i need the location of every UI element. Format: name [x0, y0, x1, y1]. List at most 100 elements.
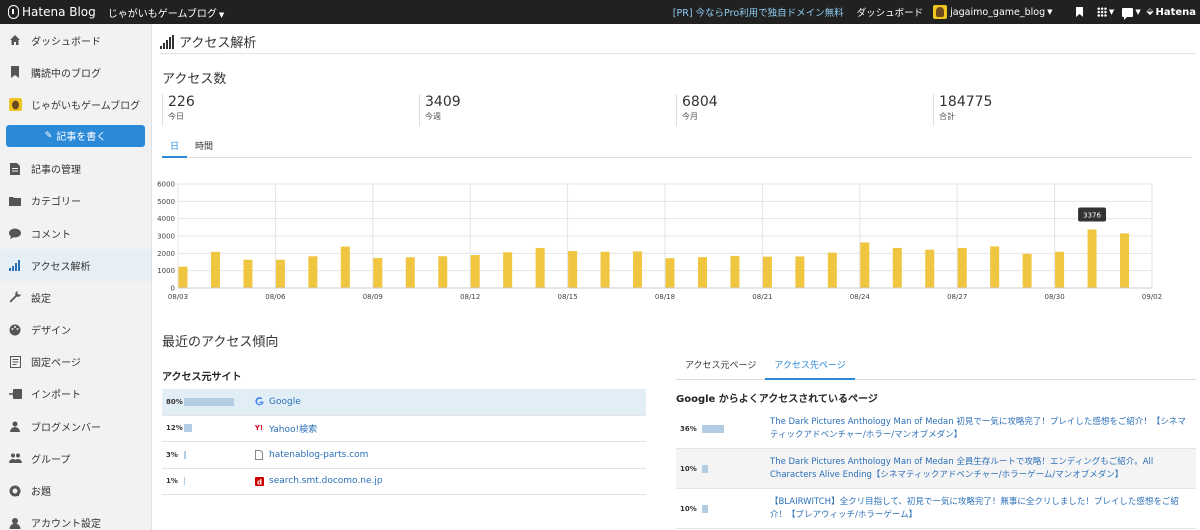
sidebar-item-blog[interactable]: じゃがいもゲームブログ: [0, 88, 151, 120]
members-icon: [8, 419, 22, 433]
chart-bar: [405, 257, 415, 288]
sidebar: ダッシュボード 購読中のブログ じゃがいもゲームブログ ✎ 記事を書く 記事の管理…: [0, 24, 152, 530]
chart-bar: [925, 249, 935, 288]
x-tick-label: 08/09: [363, 293, 383, 301]
page-tabs: アクセス元ページ アクセス先ページ: [676, 358, 1196, 380]
x-tick-label: 08/06: [265, 293, 286, 301]
sidebar-item-members[interactable]: ブログメンバー: [0, 410, 151, 442]
chart-bar: [633, 251, 643, 288]
blog-selector[interactable]: じゃがいもゲームブログ ▼: [108, 5, 225, 20]
caret-down-icon: ▼: [1047, 8, 1053, 16]
destination-link[interactable]: 【BLAIRWITCH】全クリ目指して、初見で一気に攻略完了！無事に全クリしまし…: [770, 496, 1190, 522]
import-icon: [8, 387, 22, 401]
sidebar-item-subscriptions[interactable]: 購読中のブログ: [0, 56, 151, 88]
destination-bar: [702, 464, 708, 473]
grid-icon: [1096, 7, 1107, 17]
source-bar: [184, 397, 234, 406]
page-icon: [254, 449, 264, 460]
bookmark-icon: [8, 65, 22, 79]
chart-bar: [503, 252, 513, 288]
document-icon: [8, 162, 22, 176]
chart-bar: [1120, 233, 1130, 288]
google-icon: [254, 397, 264, 407]
source-bar: [184, 424, 192, 433]
source-row[interactable]: 1% d search.smt.docomo.ne.jp: [162, 469, 646, 495]
chart-bar: [860, 242, 870, 288]
chart-bar: [1055, 251, 1065, 288]
destination-link[interactable]: The Dark Pictures Anthology Man of Medan…: [770, 456, 1190, 482]
hatena-logo-icon: [8, 5, 19, 19]
stat-month: 6804 今月: [676, 94, 933, 126]
chart-bar: [730, 255, 740, 288]
period-tabs: 日 時間: [162, 140, 1192, 158]
page-title: アクセス解析: [160, 32, 256, 51]
destination-row[interactable]: 36% The Dark Pictures Anthology Man of M…: [676, 409, 1196, 449]
destination-row[interactable]: 10% The Dark Pictures Anthology Man of M…: [676, 449, 1196, 489]
svg-text:d: d: [257, 478, 262, 486]
stat-week: 3409 今週: [419, 94, 676, 126]
chart-bar: [275, 259, 285, 288]
home-icon: [8, 33, 22, 47]
chart-bar: [600, 251, 610, 288]
source-row[interactable]: 12% Y! Yahoo!検索: [162, 416, 646, 442]
bookmark-button[interactable]: [1069, 0, 1091, 24]
sidebar-item-categories[interactable]: カテゴリー: [0, 185, 151, 217]
signal-icon: [160, 34, 175, 49]
source-sites-title: アクセス元サイト: [162, 372, 242, 383]
tab-destination-pages[interactable]: アクセス先ページ: [765, 358, 855, 380]
hatena-mark-icon: ⬙: [1146, 7, 1154, 17]
chart-bar: [568, 251, 578, 288]
chart-bar: [795, 256, 805, 288]
group-icon: [8, 451, 22, 465]
sidebar-item-static-pages[interactable]: 固定ページ: [0, 346, 151, 378]
sidebar-item-comments[interactable]: コメント: [0, 217, 151, 249]
tab-hour[interactable]: 時間: [187, 140, 221, 158]
pro-promo-link[interactable]: [PR] 今ならPro利用で独自ドメイン無料: [673, 5, 844, 19]
sidebar-item-groups[interactable]: グループ: [0, 442, 151, 474]
y-tick-label: 4000: [157, 215, 175, 223]
destination-row[interactable]: 10% 【BLAIRWITCH】全クリ目指して、初見で一気に攻略完了！無事に全ク…: [676, 489, 1196, 529]
chart-bar: [535, 247, 545, 288]
chart-tooltip-label: 3376: [1083, 211, 1101, 219]
source-sites-table: 80% Google 12% Y! Yahoo!検索 3% hatenablog…: [162, 389, 646, 495]
destination-link[interactable]: The Dark Pictures Anthology Man of Medan…: [770, 416, 1190, 442]
access-bar-chart: 0 1000 2000 3000 4000 5000 6000 08/03 08/06 08/09…: [157, 181, 1162, 302]
theme-icon: [8, 484, 22, 498]
chart-bar: [178, 266, 188, 288]
sidebar-item-articles[interactable]: 記事の管理: [0, 153, 151, 185]
chart-bar: [308, 256, 318, 288]
caret-down-icon: ▼: [218, 10, 225, 19]
user-menu[interactable]: jagaimo_game_blog ▼: [933, 5, 1053, 19]
source-row[interactable]: 80% Google: [162, 389, 646, 416]
trend-title: 最近のアクセス傾向: [162, 335, 279, 350]
hatena-blog-logo[interactable]: Hatena Blog: [8, 5, 96, 19]
notifications-button[interactable]: ▼: [1121, 0, 1143, 24]
folder-icon: [8, 194, 22, 208]
chart-bar: [990, 246, 1000, 288]
x-tick-label: 08/30: [1045, 293, 1065, 301]
y-tick-label: 0: [171, 285, 175, 293]
y-tick-label: 6000: [157, 181, 175, 189]
sidebar-item-dashboard[interactable]: ダッシュボード: [0, 24, 151, 56]
apps-button[interactable]: ▼: [1095, 0, 1117, 24]
chat-icon: [1122, 7, 1134, 20]
destination-pages-title: Google からよくアクセスされているページ: [676, 394, 878, 405]
sidebar-item-design[interactable]: デザイン: [0, 314, 151, 346]
tab-day[interactable]: 日: [162, 140, 188, 158]
sidebar-item-theme[interactable]: お題: [0, 474, 151, 506]
source-bar: [184, 450, 186, 459]
sidebar-item-settings[interactable]: 設定: [0, 281, 151, 313]
hatena-link[interactable]: ⬙ Hatena: [1147, 7, 1196, 18]
dashboard-link[interactable]: ダッシュボード: [857, 5, 924, 19]
sidebar-item-import[interactable]: インポート: [0, 378, 151, 410]
write-article-button[interactable]: ✎ 記事を書く: [6, 124, 145, 147]
x-tick-label: 08/18: [655, 293, 675, 301]
sidebar-item-analytics[interactable]: アクセス解析: [0, 249, 151, 282]
chart-bar: [665, 258, 675, 288]
chart-bar: [892, 247, 902, 288]
chart-bar: [1087, 229, 1097, 288]
tab-source-pages[interactable]: アクセス元ページ: [676, 358, 765, 380]
y-tick-label: 5000: [157, 198, 175, 206]
sidebar-item-account[interactable]: アカウント設定: [0, 507, 151, 530]
source-row[interactable]: 3% hatenablog-parts.com: [162, 442, 646, 469]
